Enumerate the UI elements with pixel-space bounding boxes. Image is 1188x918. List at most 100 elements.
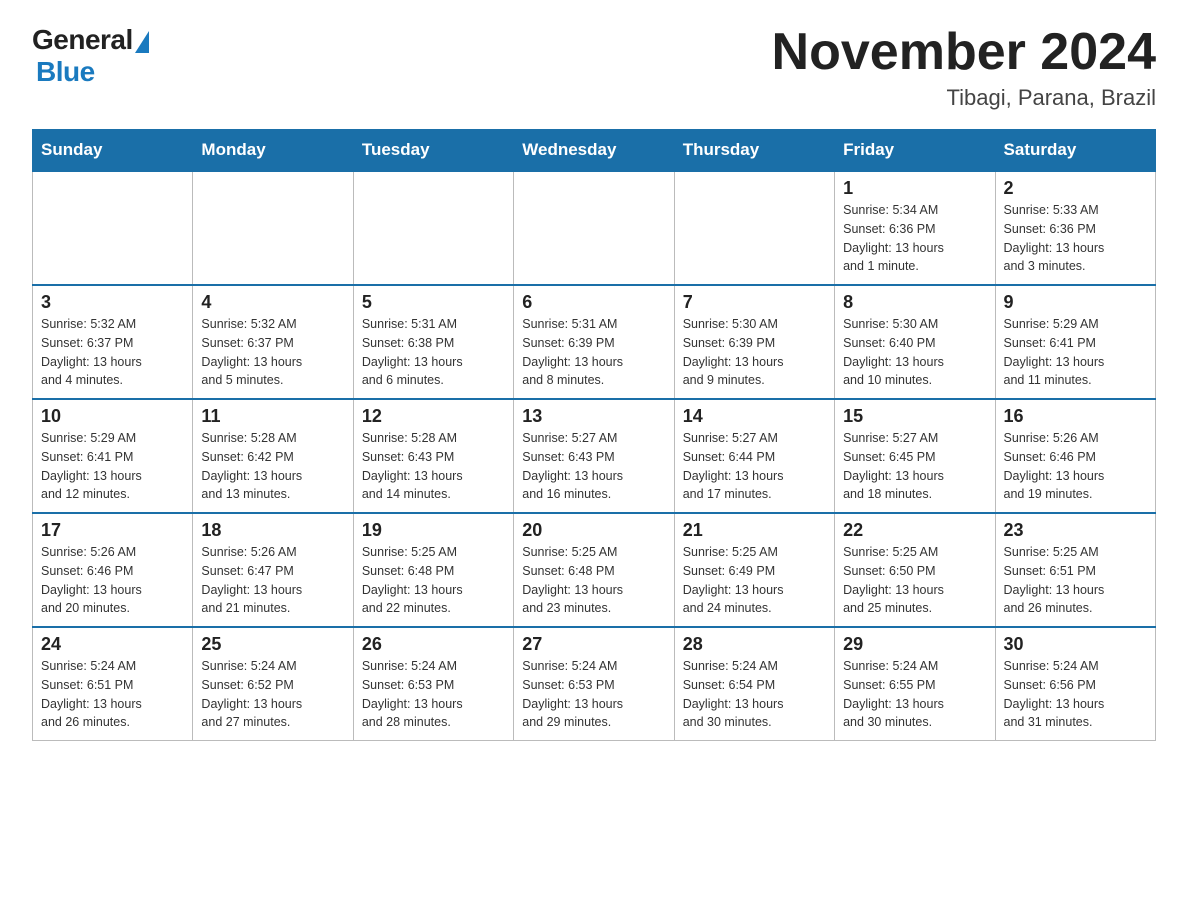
calendar-cell: 23Sunrise: 5:25 AM Sunset: 6:51 PM Dayli… <box>995 513 1155 627</box>
day-number: 7 <box>683 292 826 313</box>
calendar-cell: 26Sunrise: 5:24 AM Sunset: 6:53 PM Dayli… <box>353 627 513 741</box>
calendar-cell <box>674 171 834 285</box>
day-info: Sunrise: 5:25 AM Sunset: 6:48 PM Dayligh… <box>522 543 665 618</box>
day-number: 18 <box>201 520 344 541</box>
day-number: 24 <box>41 634 184 655</box>
page-header: General Blue November 2024 Tibagi, Paran… <box>32 24 1156 111</box>
calendar-cell: 9Sunrise: 5:29 AM Sunset: 6:41 PM Daylig… <box>995 285 1155 399</box>
day-number: 10 <box>41 406 184 427</box>
weekday-header-monday: Monday <box>193 130 353 172</box>
calendar-cell: 6Sunrise: 5:31 AM Sunset: 6:39 PM Daylig… <box>514 285 674 399</box>
day-number: 6 <box>522 292 665 313</box>
calendar-cell: 1Sunrise: 5:34 AM Sunset: 6:36 PM Daylig… <box>835 171 995 285</box>
weekday-header-saturday: Saturday <box>995 130 1155 172</box>
day-number: 25 <box>201 634 344 655</box>
calendar-cell: 21Sunrise: 5:25 AM Sunset: 6:49 PM Dayli… <box>674 513 834 627</box>
day-info: Sunrise: 5:30 AM Sunset: 6:40 PM Dayligh… <box>843 315 986 390</box>
day-number: 22 <box>843 520 986 541</box>
calendar-week-4: 17Sunrise: 5:26 AM Sunset: 6:46 PM Dayli… <box>33 513 1156 627</box>
day-info: Sunrise: 5:25 AM Sunset: 6:48 PM Dayligh… <box>362 543 505 618</box>
day-number: 1 <box>843 178 986 199</box>
day-number: 4 <box>201 292 344 313</box>
day-info: Sunrise: 5:27 AM Sunset: 6:43 PM Dayligh… <box>522 429 665 504</box>
calendar-cell: 13Sunrise: 5:27 AM Sunset: 6:43 PM Dayli… <box>514 399 674 513</box>
calendar-header-row: SundayMondayTuesdayWednesdayThursdayFrid… <box>33 130 1156 172</box>
calendar-cell: 25Sunrise: 5:24 AM Sunset: 6:52 PM Dayli… <box>193 627 353 741</box>
weekday-header-wednesday: Wednesday <box>514 130 674 172</box>
calendar-cell <box>33 171 193 285</box>
location-text: Tibagi, Parana, Brazil <box>772 85 1156 111</box>
day-number: 19 <box>362 520 505 541</box>
day-number: 15 <box>843 406 986 427</box>
month-title: November 2024 <box>772 24 1156 81</box>
day-info: Sunrise: 5:32 AM Sunset: 6:37 PM Dayligh… <box>41 315 184 390</box>
weekday-header-thursday: Thursday <box>674 130 834 172</box>
day-info: Sunrise: 5:27 AM Sunset: 6:44 PM Dayligh… <box>683 429 826 504</box>
day-number: 14 <box>683 406 826 427</box>
day-info: Sunrise: 5:25 AM Sunset: 6:49 PM Dayligh… <box>683 543 826 618</box>
calendar-cell <box>193 171 353 285</box>
day-info: Sunrise: 5:32 AM Sunset: 6:37 PM Dayligh… <box>201 315 344 390</box>
calendar-cell: 7Sunrise: 5:30 AM Sunset: 6:39 PM Daylig… <box>674 285 834 399</box>
day-number: 20 <box>522 520 665 541</box>
day-number: 2 <box>1004 178 1147 199</box>
calendar-cell: 14Sunrise: 5:27 AM Sunset: 6:44 PM Dayli… <box>674 399 834 513</box>
calendar-cell: 17Sunrise: 5:26 AM Sunset: 6:46 PM Dayli… <box>33 513 193 627</box>
day-number: 26 <box>362 634 505 655</box>
calendar-cell: 24Sunrise: 5:24 AM Sunset: 6:51 PM Dayli… <box>33 627 193 741</box>
day-info: Sunrise: 5:28 AM Sunset: 6:43 PM Dayligh… <box>362 429 505 504</box>
day-info: Sunrise: 5:24 AM Sunset: 6:53 PM Dayligh… <box>362 657 505 732</box>
calendar-cell: 27Sunrise: 5:24 AM Sunset: 6:53 PM Dayli… <box>514 627 674 741</box>
day-info: Sunrise: 5:24 AM Sunset: 6:54 PM Dayligh… <box>683 657 826 732</box>
day-info: Sunrise: 5:34 AM Sunset: 6:36 PM Dayligh… <box>843 201 986 276</box>
day-info: Sunrise: 5:24 AM Sunset: 6:51 PM Dayligh… <box>41 657 184 732</box>
day-info: Sunrise: 5:24 AM Sunset: 6:55 PM Dayligh… <box>843 657 986 732</box>
calendar-cell: 19Sunrise: 5:25 AM Sunset: 6:48 PM Dayli… <box>353 513 513 627</box>
day-info: Sunrise: 5:31 AM Sunset: 6:39 PM Dayligh… <box>522 315 665 390</box>
calendar-cell: 29Sunrise: 5:24 AM Sunset: 6:55 PM Dayli… <box>835 627 995 741</box>
day-number: 3 <box>41 292 184 313</box>
day-number: 23 <box>1004 520 1147 541</box>
day-info: Sunrise: 5:29 AM Sunset: 6:41 PM Dayligh… <box>41 429 184 504</box>
day-info: Sunrise: 5:25 AM Sunset: 6:50 PM Dayligh… <box>843 543 986 618</box>
calendar-cell: 30Sunrise: 5:24 AM Sunset: 6:56 PM Dayli… <box>995 627 1155 741</box>
day-info: Sunrise: 5:24 AM Sunset: 6:53 PM Dayligh… <box>522 657 665 732</box>
day-info: Sunrise: 5:30 AM Sunset: 6:39 PM Dayligh… <box>683 315 826 390</box>
calendar-cell: 16Sunrise: 5:26 AM Sunset: 6:46 PM Dayli… <box>995 399 1155 513</box>
day-info: Sunrise: 5:24 AM Sunset: 6:56 PM Dayligh… <box>1004 657 1147 732</box>
day-info: Sunrise: 5:27 AM Sunset: 6:45 PM Dayligh… <box>843 429 986 504</box>
logo-blue-text: Blue <box>36 56 95 88</box>
calendar-cell: 15Sunrise: 5:27 AM Sunset: 6:45 PM Dayli… <box>835 399 995 513</box>
logo-general-text: General <box>32 24 133 56</box>
calendar-cell <box>353 171 513 285</box>
weekday-header-friday: Friday <box>835 130 995 172</box>
day-number: 11 <box>201 406 344 427</box>
day-info: Sunrise: 5:31 AM Sunset: 6:38 PM Dayligh… <box>362 315 505 390</box>
calendar-week-2: 3Sunrise: 5:32 AM Sunset: 6:37 PM Daylig… <box>33 285 1156 399</box>
calendar-cell: 8Sunrise: 5:30 AM Sunset: 6:40 PM Daylig… <box>835 285 995 399</box>
day-number: 21 <box>683 520 826 541</box>
day-number: 28 <box>683 634 826 655</box>
day-number: 30 <box>1004 634 1147 655</box>
calendar-cell: 11Sunrise: 5:28 AM Sunset: 6:42 PM Dayli… <box>193 399 353 513</box>
day-number: 8 <box>843 292 986 313</box>
calendar-week-5: 24Sunrise: 5:24 AM Sunset: 6:51 PM Dayli… <box>33 627 1156 741</box>
day-info: Sunrise: 5:24 AM Sunset: 6:52 PM Dayligh… <box>201 657 344 732</box>
day-number: 17 <box>41 520 184 541</box>
calendar-table: SundayMondayTuesdayWednesdayThursdayFrid… <box>32 129 1156 741</box>
logo: General Blue <box>32 24 149 88</box>
day-number: 16 <box>1004 406 1147 427</box>
calendar-cell: 28Sunrise: 5:24 AM Sunset: 6:54 PM Dayli… <box>674 627 834 741</box>
calendar-cell <box>514 171 674 285</box>
day-number: 13 <box>522 406 665 427</box>
header-right: November 2024 Tibagi, Parana, Brazil <box>772 24 1156 111</box>
calendar-cell: 20Sunrise: 5:25 AM Sunset: 6:48 PM Dayli… <box>514 513 674 627</box>
calendar-week-3: 10Sunrise: 5:29 AM Sunset: 6:41 PM Dayli… <box>33 399 1156 513</box>
calendar-cell: 18Sunrise: 5:26 AM Sunset: 6:47 PM Dayli… <box>193 513 353 627</box>
day-info: Sunrise: 5:26 AM Sunset: 6:46 PM Dayligh… <box>1004 429 1147 504</box>
calendar-cell: 3Sunrise: 5:32 AM Sunset: 6:37 PM Daylig… <box>33 285 193 399</box>
calendar-cell: 5Sunrise: 5:31 AM Sunset: 6:38 PM Daylig… <box>353 285 513 399</box>
calendar-cell: 4Sunrise: 5:32 AM Sunset: 6:37 PM Daylig… <box>193 285 353 399</box>
day-number: 29 <box>843 634 986 655</box>
weekday-header-tuesday: Tuesday <box>353 130 513 172</box>
